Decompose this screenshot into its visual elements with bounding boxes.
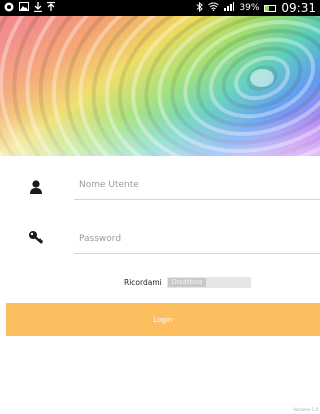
clock: 09:31 [281,1,316,15]
user-icon [28,179,44,195]
password-row [0,222,320,272]
status-bar: 39% 09:31 [0,0,320,16]
password-field[interactable] [74,224,320,254]
username-row [0,168,320,218]
version-label: Versione 1.0 [293,407,318,412]
status-notifications [4,1,55,15]
battery-percent: 39% [239,3,260,13]
upload-icon [47,1,55,15]
battery-level [265,5,270,11]
image-icon [19,2,29,14]
wifi-icon [208,2,220,14]
download-icon [34,1,42,15]
login-button[interactable]: Login [6,303,320,336]
battery-icon [264,4,277,12]
status-system: 39% 09:31 [196,1,316,15]
chrome-icon [4,2,14,15]
key-icon [28,230,44,246]
remember-row: Ricordami Disattiva [0,276,320,290]
username-field[interactable] [74,170,320,200]
bluetooth-icon [196,1,204,15]
signal-icon [224,2,235,14]
remember-label: Ricordami [124,278,162,287]
remember-toggle[interactable]: Disattiva [167,277,251,288]
login-screen: 39% 09:31 Nome Utente Ricordami Disattiv… [0,0,320,414]
remember-toggle-state: Disattiva [168,278,206,287]
rainbow-swirl-graphic [0,16,320,156]
header-rainbow-image [0,16,320,156]
